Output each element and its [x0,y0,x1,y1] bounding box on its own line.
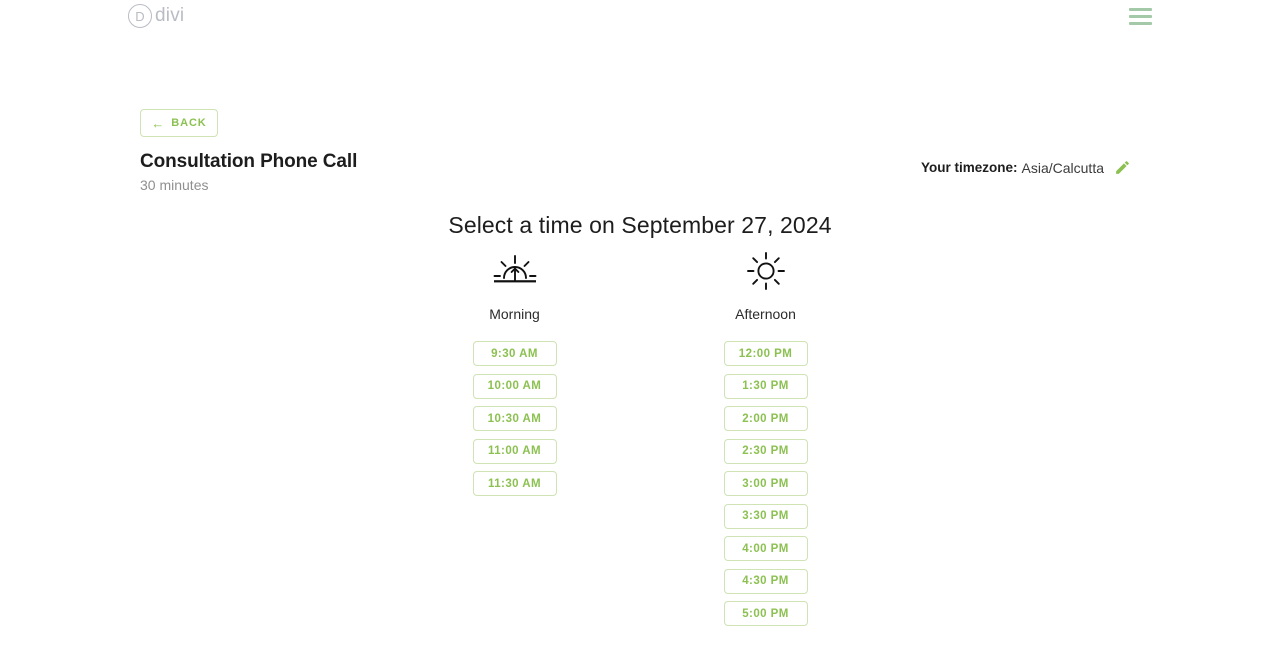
back-button-label: BACK [171,117,207,129]
divi-logo-mark-icon: D [128,4,152,28]
time-slot-button[interactable]: 3:30 PM [723,503,808,529]
sunrise-icon [492,250,538,292]
time-slot-button[interactable]: 5:00 PM [723,601,808,626]
time-slot-button[interactable]: 4:00 PM [723,536,808,561]
period-label-morning: Morning [489,306,540,322]
divi-logo: D divi [128,4,184,28]
slot-column-morning: Morning 9:30 AM 10:00 AM 10:30 AM 11:00 … [472,250,557,496]
slot-list-afternoon: 12:00 PM 1:30 PM 2:00 PM 2:30 PM 3:00 PM… [723,341,808,626]
hamburger-menu-icon[interactable] [1129,8,1152,25]
time-slot-button[interactable]: 1:30 PM [723,373,808,399]
site-header: D divi [0,0,1280,38]
time-slot-button[interactable]: 11:00 AM [472,438,557,464]
time-slot-button[interactable]: 10:30 AM [472,406,557,431]
time-slot-button[interactable]: 10:00 AM [472,373,557,399]
arrow-left-icon: ← [151,115,166,131]
time-slot-button[interactable]: 11:30 AM [472,471,557,496]
slot-list-morning: 9:30 AM 10:00 AM 10:30 AM 11:00 AM 11:30… [472,341,557,496]
event-duration: 30 minutes [140,177,209,193]
slot-column-afternoon: Afternoon 12:00 PM 1:30 PM 2:00 PM 2:30 … [723,250,808,626]
time-slot-button[interactable]: 3:00 PM [723,471,808,496]
time-slot-button[interactable]: 2:30 PM [723,438,808,464]
back-button[interactable]: ← BACK [140,109,218,137]
time-slot-button[interactable]: 4:30 PM [723,568,808,594]
timezone-value: Asia/Calcutta [1021,159,1104,176]
sun-icon [746,250,786,292]
timezone-label: Your timezone: [921,160,1018,175]
time-slot-columns: Morning 9:30 AM 10:00 AM 10:30 AM 11:00 … [0,250,1280,626]
hamburger-bar [1129,15,1152,18]
timezone-row: Your timezone: Asia/Calcutta [921,159,1131,176]
divi-logo-wordmark: divi [155,5,185,26]
hamburger-bar [1129,8,1152,11]
hamburger-bar [1129,22,1152,25]
pencil-edit-icon[interactable] [1114,159,1131,176]
time-slot-button[interactable]: 12:00 PM [723,341,808,366]
select-time-heading: Select a time on September 27, 2024 [448,212,832,238]
page-title: Consultation Phone Call [140,151,358,172]
time-slot-button[interactable]: 2:00 PM [723,406,808,431]
time-slot-button[interactable]: 9:30 AM [472,341,557,366]
period-label-afternoon: Afternoon [735,306,796,322]
